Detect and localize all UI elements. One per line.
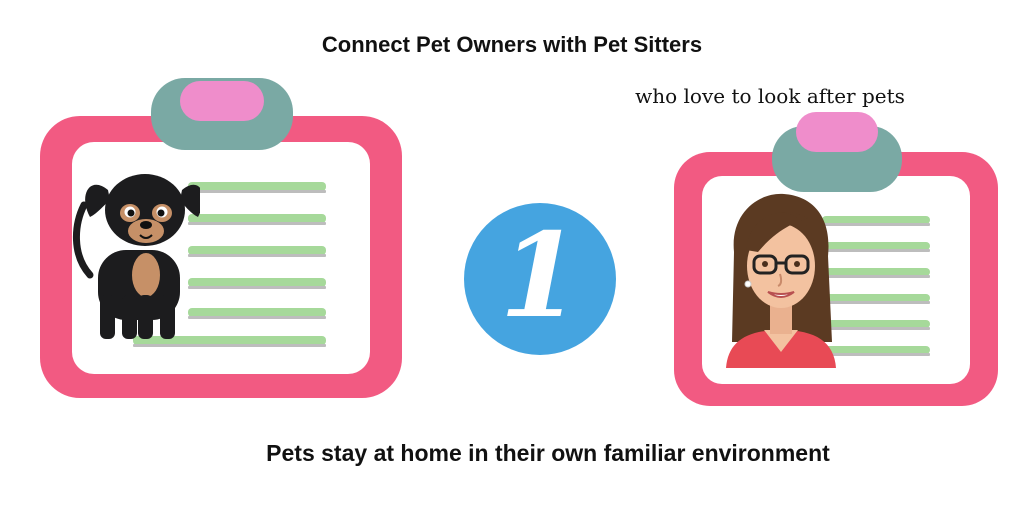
page-subtitle: who love to look after pets	[635, 84, 905, 108]
step-number-badge: 1	[464, 203, 616, 355]
footer-caption: Pets stay at home in their own familiar …	[266, 440, 830, 466]
dog-icon	[72, 174, 200, 339]
step-number: 1	[499, 208, 581, 344]
page-title: Connect Pet Owners with Pet Sitters	[321, 32, 703, 57]
woman-avatar-icon	[726, 193, 836, 368]
